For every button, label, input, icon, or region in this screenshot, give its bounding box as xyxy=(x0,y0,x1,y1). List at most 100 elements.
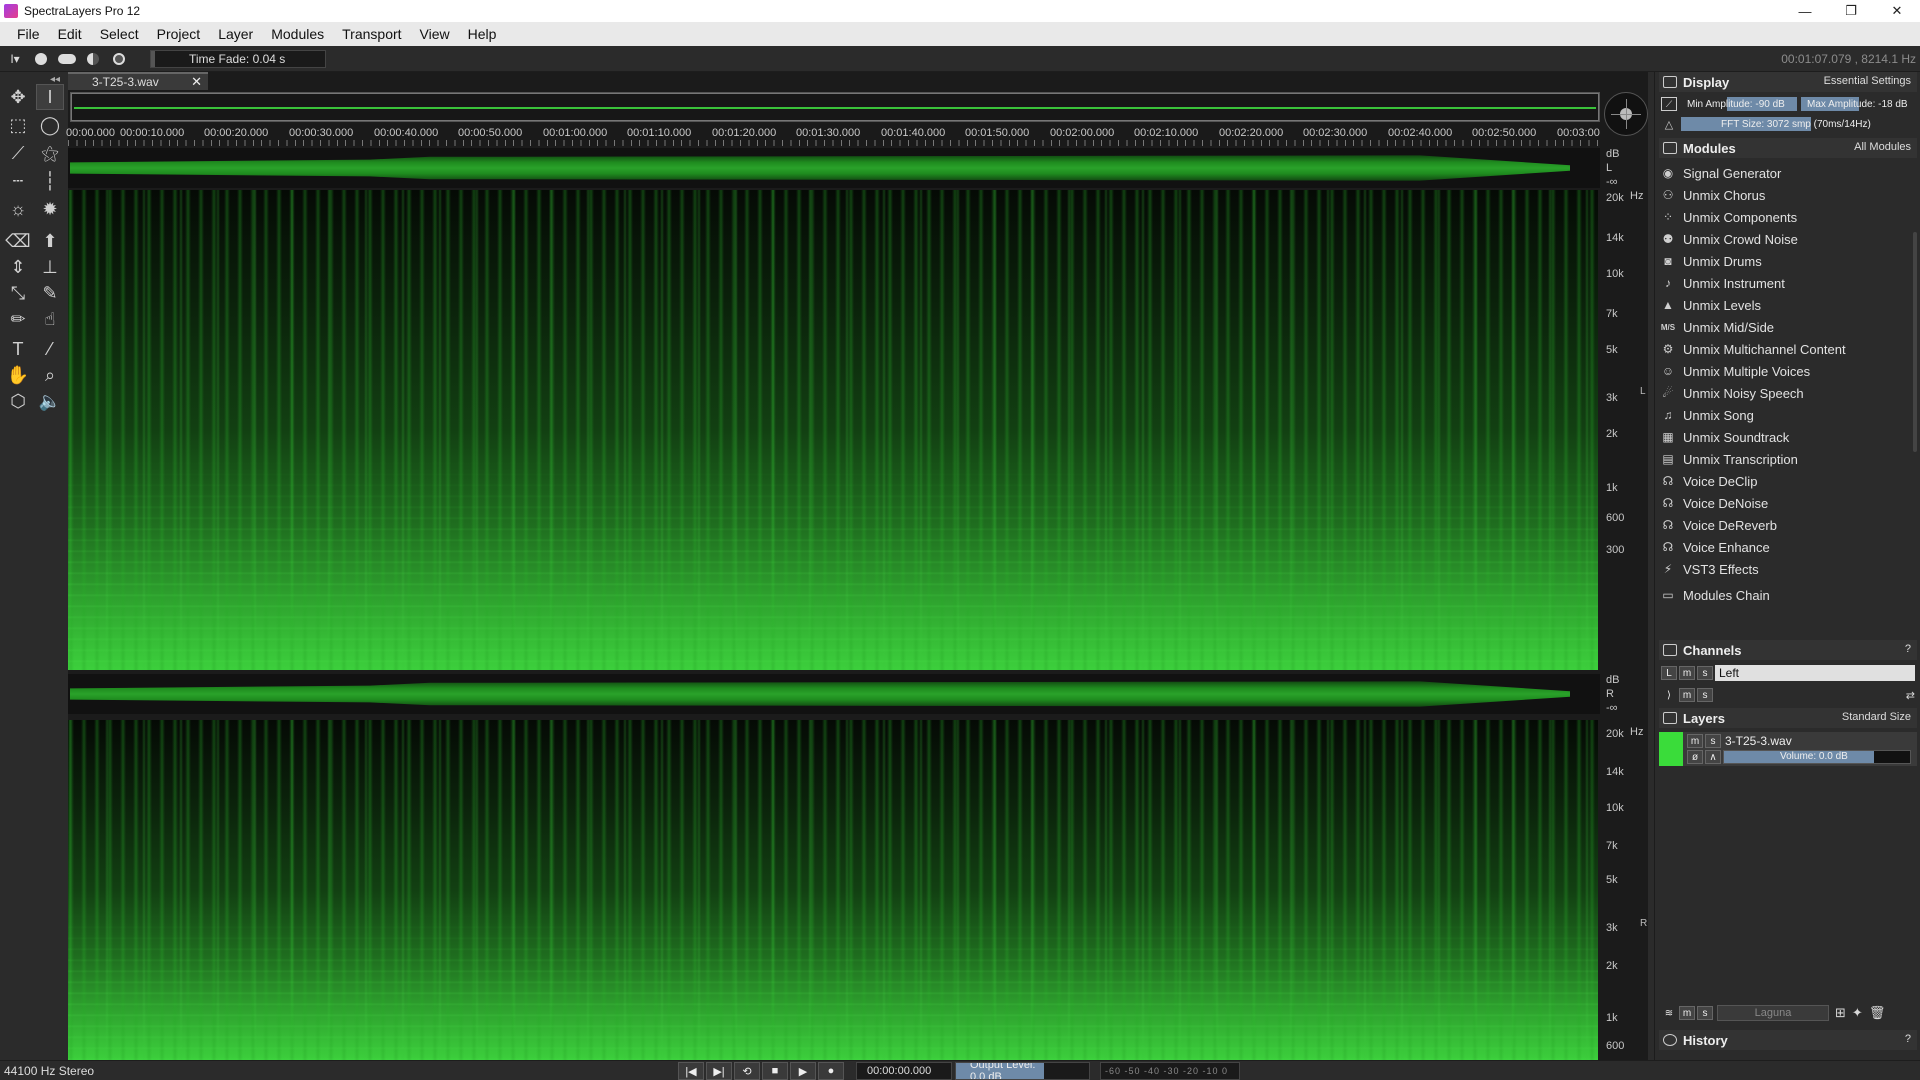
stretch-icon[interactable]: ⇕ xyxy=(4,254,32,280)
loop-button[interactable]: ⟲ xyxy=(734,1062,760,1080)
module-unmix-soundtrack[interactable]: ▦ Unmix Soundtrack xyxy=(1661,426,1915,448)
envelope-button[interactable]: ∧ xyxy=(1705,750,1721,764)
channels-help-icon[interactable]: ? xyxy=(1905,643,1911,655)
text-tool-icon[interactable]: T xyxy=(4,336,32,362)
module-unmix-instrument[interactable]: ♪ Unmix Instrument xyxy=(1661,272,1915,294)
module-unmix-drums[interactable]: ◙ Unmix Drums xyxy=(1661,250,1915,272)
heal-icon[interactable]: ⤡ xyxy=(4,280,32,306)
overview-selection[interactable] xyxy=(71,93,1599,121)
lasso-icon[interactable]: ◯ xyxy=(36,112,64,138)
module-voice-dereverb[interactable]: ☊ Voice DeReverb xyxy=(1661,514,1915,536)
channel-row-left[interactable]: L m s Left xyxy=(1661,664,1915,682)
phase-invert-button[interactable]: ø xyxy=(1687,750,1703,764)
layer-name[interactable]: 3-T25-3.wav xyxy=(1725,734,1792,748)
maximize-button[interactable]: ❐ xyxy=(1828,0,1874,22)
layer-row[interactable]: m s 3-T25-3.wav ø ∧ Volume: 0.0 dB xyxy=(1659,732,1917,766)
text-cursor-tool-icon[interactable]: I▾ xyxy=(4,50,26,68)
cube-icon[interactable]: ⬡ xyxy=(4,388,32,414)
sun-solid-icon[interactable]: ✹ xyxy=(36,196,64,222)
module-unmix-levels[interactable]: ▲ Unmix Levels xyxy=(1661,294,1915,316)
rectangle-select-icon[interactable]: ⬚ xyxy=(4,112,32,138)
waveform-right[interactable] xyxy=(68,674,1600,714)
module-unmix-song[interactable]: ♫ Unmix Song xyxy=(1661,404,1915,426)
menu-modules[interactable]: Modules xyxy=(271,26,324,42)
close-tab-icon[interactable]: ✕ xyxy=(191,74,202,90)
min-amplitude-slider[interactable]: Min Amplitude: -90 dB xyxy=(1681,97,1797,111)
fft-triangle-icon[interactable]: △ xyxy=(1661,117,1677,131)
module-unmix-mid-side[interactable]: M/S Unmix Mid/Side xyxy=(1661,316,1915,338)
channel-name[interactable]: Left xyxy=(1715,665,1915,681)
paint-brush-icon[interactable]: ✎ xyxy=(36,280,64,306)
shape-circle-icon[interactable] xyxy=(30,50,52,68)
shuffle-icon[interactable]: ⇄ xyxy=(1906,689,1915,702)
clone-stamp-icon[interactable]: ⊥ xyxy=(36,254,64,280)
actions-mute-button[interactable]: m xyxy=(1679,1006,1695,1020)
module-unmix-crowd-noise[interactable]: ⚉ Unmix Crowd Noise xyxy=(1661,228,1915,250)
modules-chain[interactable]: ▭ Modules Chain xyxy=(1661,584,1915,606)
layers-size-dropdown[interactable]: Standard Size xyxy=(1842,711,1911,723)
menu-help[interactable]: Help xyxy=(468,26,497,42)
amplitude-curve-icon[interactable]: ⟋ xyxy=(1661,97,1677,111)
layers-panel-header[interactable]: Layers Standard Size xyxy=(1659,708,1917,728)
layer-solo-button[interactable]: s xyxy=(1705,734,1721,748)
channel-mute-button[interactable]: m xyxy=(1679,666,1695,680)
dotted-line-icon[interactable]: ┄ xyxy=(4,168,32,194)
modules-scrollbar[interactable] xyxy=(1913,232,1917,452)
output-level-slider[interactable]: Output Level: 0.0 dB xyxy=(955,1062,1090,1080)
module-voice-declip[interactable]: ☊ Voice DeClip xyxy=(1661,470,1915,492)
module-unmix-transcription[interactable]: ▤ Unmix Transcription xyxy=(1661,448,1915,470)
modules-filter-dropdown[interactable]: All Modules xyxy=(1854,141,1911,153)
play-button[interactable]: ▶ xyxy=(790,1062,816,1080)
new-layer-icon[interactable]: ⊞ xyxy=(1835,1005,1846,1021)
dotted-vertical-icon[interactable]: ┆ xyxy=(36,168,64,194)
layer-volume-slider[interactable]: Volume: 0.0 dB xyxy=(1723,750,1911,764)
record-button[interactable]: ● xyxy=(818,1062,844,1080)
pencil-icon[interactable]: ✏ xyxy=(4,306,32,332)
eyedropper-icon[interactable]: ⁄ xyxy=(36,336,64,362)
file-tab[interactable]: 3-T25-3.wav ✕ xyxy=(68,72,208,90)
layer-mute-button[interactable]: m xyxy=(1687,734,1703,748)
navigation-wheel[interactable] xyxy=(1604,92,1648,136)
module-unmix-noisy-speech[interactable]: ☄ Unmix Noisy Speech xyxy=(1661,382,1915,404)
history-panel-header[interactable]: History ? xyxy=(1659,1030,1917,1050)
actions-solo-button[interactable]: s xyxy=(1697,1006,1713,1020)
main-mute-button[interactable]: m xyxy=(1679,688,1695,702)
hand-icon[interactable]: ✋ xyxy=(4,362,32,388)
menu-select[interactable]: Select xyxy=(100,26,139,42)
timecode-display[interactable]: 00:00:00.000 xyxy=(856,1062,952,1080)
time-fade-field[interactable]: Time Fade: 0.04 s xyxy=(150,49,326,68)
minimize-button[interactable]: — xyxy=(1782,0,1828,22)
module-vst3-effects[interactable]: ⚡ VST3 Effects xyxy=(1661,558,1915,580)
close-button[interactable]: ✕ xyxy=(1874,0,1920,22)
stop-button[interactable]: ■ xyxy=(762,1062,788,1080)
display-preset-dropdown[interactable]: Essential Settings xyxy=(1824,75,1911,87)
spectrogram-right[interactable] xyxy=(68,720,1598,1060)
sun-outline-icon[interactable]: ☼ xyxy=(4,196,32,222)
menu-view[interactable]: View xyxy=(420,26,450,42)
amplify-up-icon[interactable]: ⬆ xyxy=(36,228,64,254)
module-voice-denoise[interactable]: ☊ Voice DeNoise xyxy=(1661,492,1915,514)
waveform-left[interactable] xyxy=(68,148,1600,188)
time-selection-tool-icon[interactable]: I xyxy=(36,84,64,110)
trash-icon[interactable]: 🗑 xyxy=(1869,1005,1886,1021)
module-signal-generator[interactable]: ◉ Signal Generator xyxy=(1661,162,1915,184)
layer-stack-icon[interactable]: ≋ xyxy=(1661,1006,1677,1020)
time-ruler[interactable]: 00:00.000 00:00:10.000 00:00:20.000 00:0… xyxy=(66,124,1600,146)
speaker-icon[interactable]: 🔈 xyxy=(36,388,64,414)
spectrogram-left[interactable] xyxy=(68,190,1598,670)
shape-ring-icon[interactable] xyxy=(108,50,130,68)
blend-mode-dropdown[interactable]: Laguna xyxy=(1717,1005,1829,1021)
module-unmix-components[interactable]: ⁘ Unmix Components xyxy=(1661,206,1915,228)
modules-panel-header[interactable]: Modules All Modules xyxy=(1659,138,1917,158)
channel-row-main[interactable]: ⟩ m s ⇄ xyxy=(1661,686,1915,704)
overview-strip[interactable] xyxy=(70,92,1600,122)
main-solo-button[interactable]: s xyxy=(1697,688,1713,702)
pin-icon[interactable]: ✦ xyxy=(1852,1005,1863,1021)
fft-size-slider[interactable]: FFT Size: 3072 smp (70ms/14Hz) xyxy=(1681,117,1917,131)
display-panel-header[interactable]: Display Essential Settings xyxy=(1659,72,1917,92)
smudge-icon[interactable]: ☝ xyxy=(36,306,64,332)
skip-start-button[interactable]: |◀ xyxy=(678,1062,704,1080)
max-amplitude-slider[interactable]: Max Amplitude: -18 dB xyxy=(1801,97,1917,111)
shape-pill-icon[interactable] xyxy=(56,50,78,68)
menu-file[interactable]: File xyxy=(17,26,40,42)
